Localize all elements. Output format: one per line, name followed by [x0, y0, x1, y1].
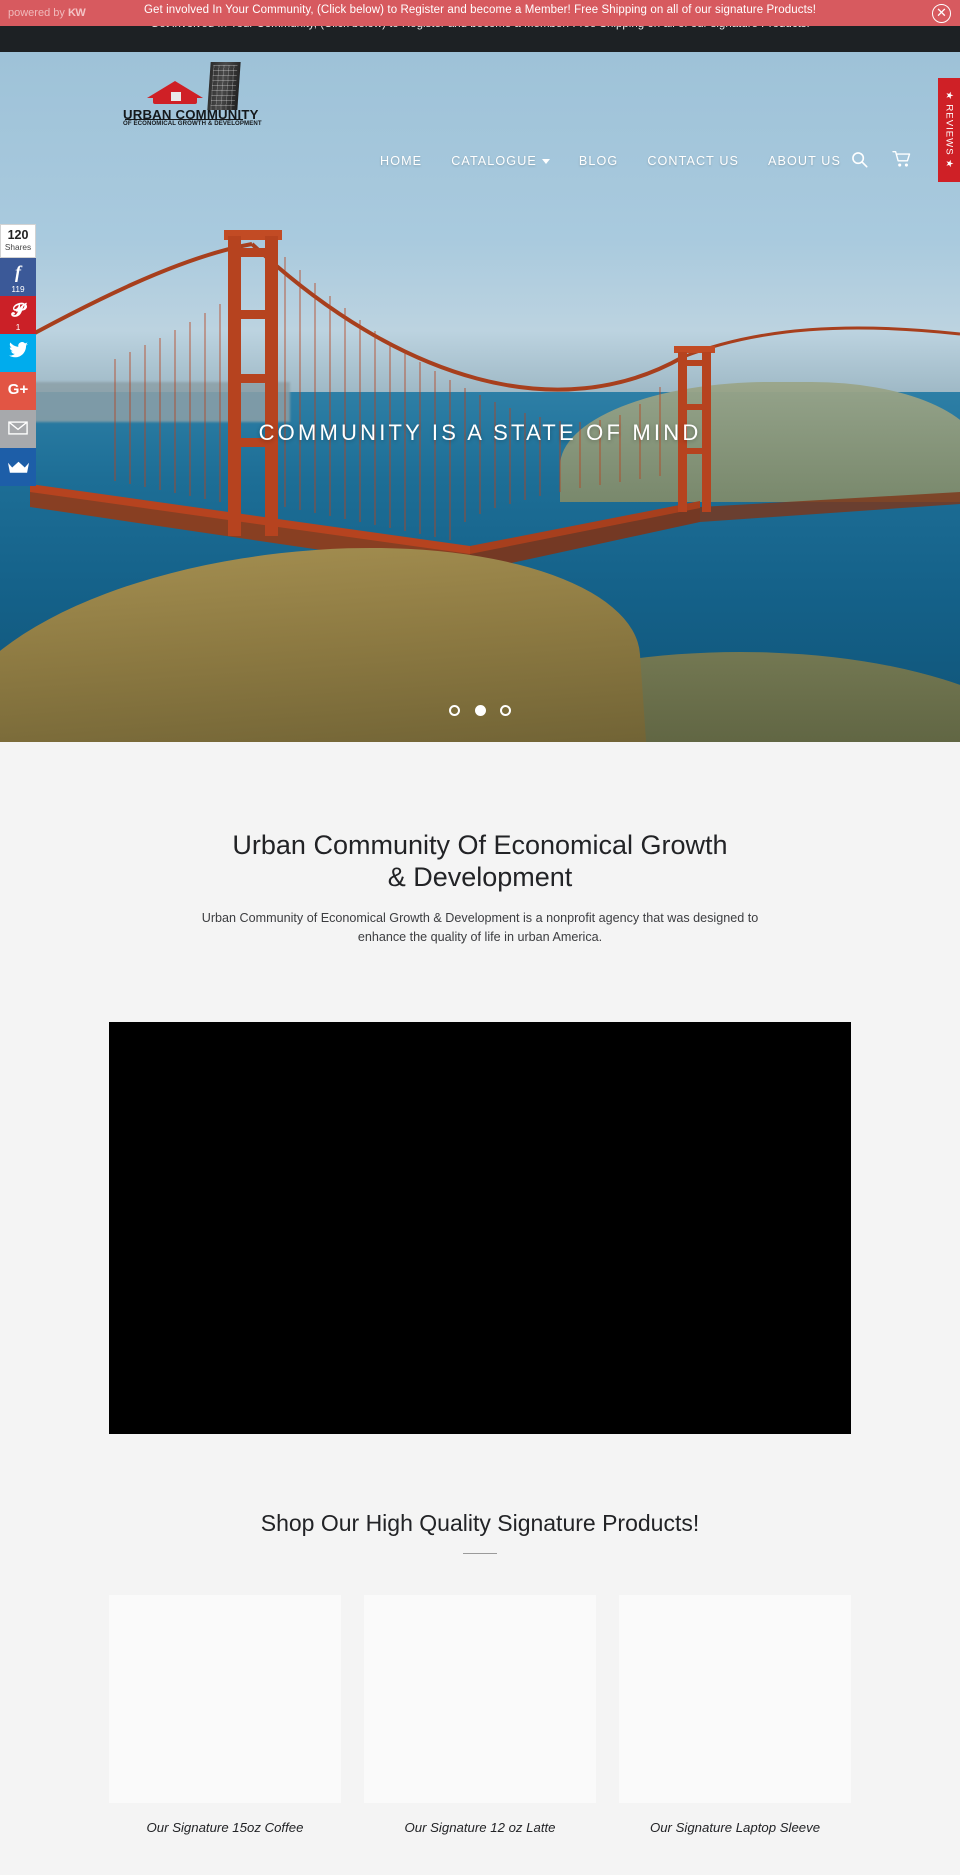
header-icon-group — [831, 150, 912, 173]
search-icon[interactable] — [851, 151, 868, 173]
more-share-button[interactable] — [0, 448, 36, 486]
products-section: Shop Our High Quality Signature Products… — [0, 1487, 960, 1875]
bridge-crossbeam — [678, 404, 711, 410]
star-icon: ★ — [943, 91, 955, 101]
announcement-text: Get involved In Your Community, (Click b… — [143, 4, 817, 16]
nav-item-contact-us[interactable]: CONTACT US — [647, 154, 739, 168]
main-navigation: HOME CATALOGUE BLOG CONTACT US ABOUT US — [380, 152, 870, 172]
announcement-bar: Get involved In Your Community, (Click b… — [0, 0, 960, 26]
product-image — [619, 1595, 851, 1803]
intro-heading: Urban Community Of Economical Growth & D… — [130, 829, 830, 893]
twitter-icon — [0, 342, 36, 362]
share-total-count: 120 — [7, 228, 29, 242]
share-total: 120 Shares — [0, 224, 36, 258]
secondary-announcement-strip: Get involved In Your Community, (Click b… — [0, 18, 960, 52]
bridge-crossbeam — [228, 248, 278, 257]
star-icon: ★ — [943, 159, 955, 169]
nav-item-blog[interactable]: BLOG — [579, 154, 618, 168]
hero-headline: COMMUNITY IS A STATE OF MIND — [258, 420, 702, 445]
product-card[interactable]: Our Signature 15oz Coffee — [109, 1595, 341, 1836]
product-title: Our Signature 15oz Coffee — [146, 1820, 304, 1835]
pinterest-share-count: 1 — [15, 322, 21, 332]
bridge-tower-near-left — [228, 236, 241, 536]
chevron-down-icon — [541, 158, 550, 164]
reviews-label: REVIEWS — [943, 104, 955, 156]
reviews-tab[interactable]: ★ REVIEWS ★ — [938, 78, 960, 182]
slider-pagination[interactable] — [0, 702, 960, 720]
cart-icon[interactable] — [892, 150, 912, 173]
bridge-tower-near-right — [265, 236, 278, 536]
bridge-crossbeam — [228, 374, 278, 383]
products-heading: Shop Our High Quality Signature Products… — [260, 1510, 700, 1536]
section-divider — [463, 1553, 497, 1554]
product-image — [109, 1595, 341, 1803]
reviews-tab-label: ★ REVIEWS ★ — [944, 91, 955, 169]
bridge-crossbeam — [228, 310, 278, 319]
social-share-rail: 120 Shares f 119 𝓟 1 G+ — [0, 224, 36, 486]
logo-skyscraper-icon — [207, 62, 241, 110]
intro-section: Urban Community Of Economical Growth & D… — [0, 742, 960, 1487]
logo-text-secondary: OF ECONOMICAL GROWTH & DEVELOPMENT — [123, 120, 262, 127]
bridge-crossbeam — [678, 448, 711, 454]
site-logo[interactable]: URBAN COMMUNITY OF ECONOMICAL GROWTH & D… — [123, 62, 262, 128]
product-title: Our Signature 12 oz Latte — [404, 1820, 556, 1835]
product-card[interactable]: Our Signature Laptop Sleeve — [619, 1595, 851, 1836]
site-header: URBAN COMMUNITY OF ECONOMICAL GROWTH & D… — [0, 52, 960, 168]
facebook-share-count: 119 — [11, 284, 25, 294]
nav-item-catalogue-label: CATALOGUE — [451, 153, 537, 168]
product-title: Our Signature Laptop Sleeve — [649, 1820, 821, 1835]
email-share-button[interactable] — [0, 410, 36, 448]
slider-dot-3[interactable] — [499, 705, 511, 717]
intro-heading-line2: & Development — [387, 862, 573, 892]
powered-by-badge[interactable]: powered by KW — [8, 7, 86, 19]
logo-house-icon — [147, 81, 203, 107]
page-root: COMMUNITY IS A STATE OF MIND URBAN COMMU… — [0, 0, 960, 1875]
facebook-share-button[interactable]: f 119 — [0, 258, 36, 296]
crown-icon — [0, 458, 36, 478]
powered-by-label: powered by — [8, 7, 65, 19]
share-total-label: Shares — [4, 242, 32, 252]
close-icon[interactable]: ✕ — [932, 4, 951, 23]
intro-paragraph: Urban Community of Economical Growth & D… — [201, 911, 759, 944]
envelope-icon — [0, 419, 36, 439]
video-player[interactable] — [109, 1022, 851, 1434]
slider-dot-1[interactable] — [449, 705, 461, 717]
facebook-icon: f — [15, 262, 21, 282]
nav-item-home[interactable]: HOME — [380, 154, 422, 168]
product-card[interactable]: Our Signature 12 oz Latte — [364, 1595, 596, 1836]
pinterest-share-button[interactable]: 𝓟 1 — [0, 296, 36, 334]
product-image — [364, 1595, 596, 1803]
intro-heading-line1: Urban Community Of Economical Growth — [232, 830, 728, 860]
powered-by-brand: KW — [67, 7, 86, 19]
pinterest-icon: 𝓟 — [11, 300, 25, 320]
google-plus-share-button[interactable]: G+ — [0, 372, 36, 410]
nav-item-catalogue[interactable]: CATALOGUE — [451, 154, 550, 168]
google-plus-icon: G+ — [7, 381, 29, 398]
twitter-share-button[interactable] — [0, 334, 36, 372]
slider-dot-2[interactable] — [474, 705, 486, 717]
bridge-crossbeam — [678, 360, 711, 366]
